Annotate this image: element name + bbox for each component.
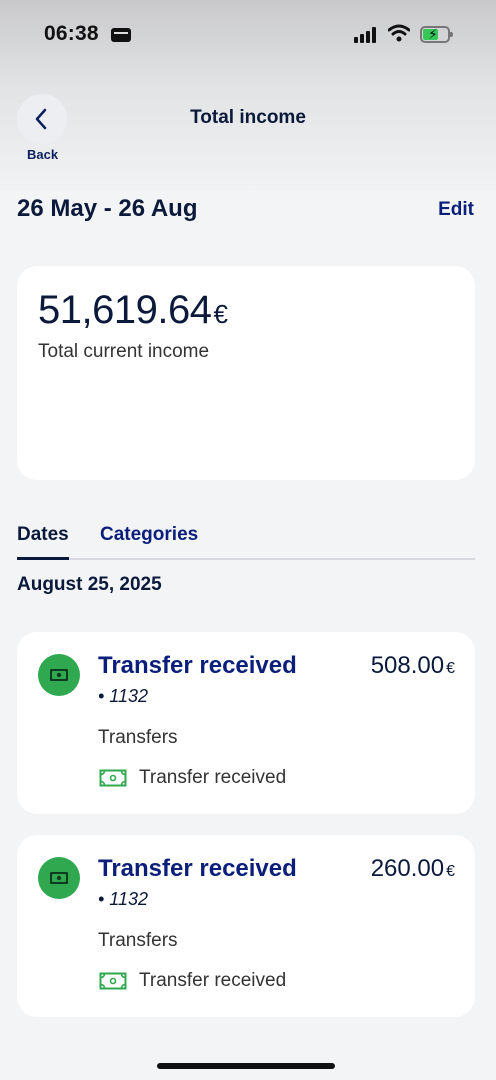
page-title: Total income (190, 107, 306, 128)
transaction-amount-value: 260.00 (370, 855, 445, 882)
currency-symbol: € (213, 299, 228, 329)
view-tabs: Dates Categories (17, 520, 475, 560)
transaction-card[interactable]: Transfer received 508.00 € • 1132 Transfe… (17, 632, 475, 814)
banknote-outline-icon (99, 769, 127, 787)
transaction-account: • 1132 (98, 686, 149, 706)
edit-button[interactable]: Edit (438, 199, 474, 221)
transaction-amount-value: 508.00 (370, 652, 445, 679)
tab-categories[interactable]: Categories (100, 524, 198, 546)
total-income-label: Total current income (38, 341, 210, 362)
transaction-account: • 1132 (98, 889, 149, 909)
transaction-title: Transfer received (98, 855, 297, 882)
transaction-category: Transfers (98, 727, 178, 748)
transaction-title: Transfer received (98, 652, 297, 679)
currency-symbol: € (446, 863, 455, 880)
transaction-category: Transfers (98, 930, 178, 951)
section-date-heading: August 25, 2025 (17, 574, 162, 595)
id-card-icon (111, 28, 131, 42)
cellular-signal-icon (354, 27, 378, 43)
currency-symbol: € (446, 660, 455, 677)
home-indicator[interactable] (157, 1063, 335, 1069)
back-label[interactable]: Back (27, 147, 58, 162)
transaction-amount: 508.00 € (371, 652, 455, 680)
transaction-tag-label: Transfer received (139, 767, 287, 788)
wifi-icon (387, 24, 411, 42)
total-income-value: 51,619.64 (38, 288, 212, 332)
total-income-amount: 51,619.64€ (38, 288, 228, 333)
transaction-amount: 260.00 € (371, 855, 455, 883)
banknote-icon (38, 654, 80, 696)
tab-dates[interactable]: Dates (17, 524, 69, 546)
battery-icon: ⚡ (420, 26, 453, 43)
banknote-icon (38, 857, 80, 899)
status-bar: 06:38 ⚡ (0, 0, 496, 70)
banknote-outline-icon (99, 972, 127, 990)
transaction-card[interactable]: Transfer received 260.00 € • 1132 Transfe… (17, 835, 475, 1017)
active-tab-indicator (17, 557, 69, 560)
date-range: 26 May - 26 Aug (17, 195, 198, 222)
back-button[interactable]: Back (17, 94, 67, 164)
total-income-card: 51,619.64€ Total current income (17, 266, 475, 480)
transaction-tag-label: Transfer received (139, 970, 287, 991)
status-time: 06:38 (44, 22, 99, 45)
